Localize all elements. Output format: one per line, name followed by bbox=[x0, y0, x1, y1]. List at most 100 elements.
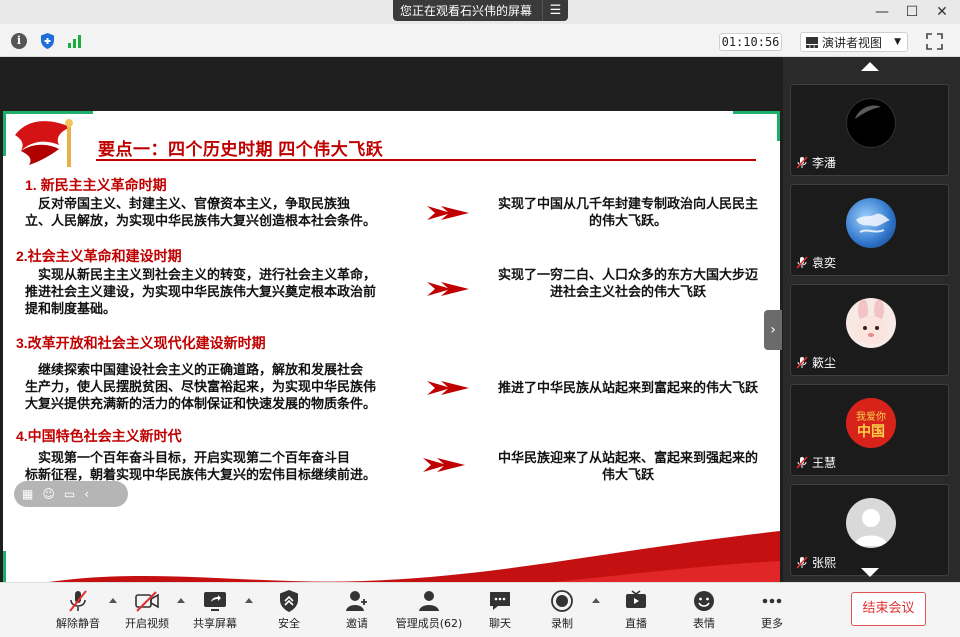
bunny-avatar bbox=[846, 298, 896, 348]
participant-name-row: 袁奕 bbox=[796, 254, 836, 271]
shared-screen-area: 要点一：四个历史时期 四个伟大飞跃 1. 新民主主义革命时期 反对帝国主义、封建… bbox=[0, 57, 783, 606]
section-2-body-line: 推进社会主义建设，为实现中华民族伟大复兴奠定根本政治前 bbox=[25, 284, 377, 299]
section-3-body-line: 大复兴提供充满新的活力的体制保证和快速发展的物质条件。 bbox=[25, 396, 377, 411]
shield-icon[interactable] bbox=[39, 32, 56, 50]
members-icon bbox=[419, 591, 439, 611]
red-flag-decoration bbox=[15, 119, 73, 167]
security-shield-icon bbox=[280, 590, 298, 612]
audio-options-caret[interactable] bbox=[109, 598, 117, 603]
section-4-heading: 4.中国特色社会主义新时代 bbox=[16, 428, 182, 444]
screen-share-banner[interactable]: 您正在观看石兴伟的屏幕 ☰ bbox=[393, 0, 568, 21]
chat-icon bbox=[490, 592, 510, 610]
section-1-result: 实现了中国从几千年封建专制政治向人民民主 的伟大飞跃。 bbox=[473, 195, 780, 229]
chevron-left-icon[interactable]: ‹ bbox=[84, 487, 89, 501]
more-label: 更多 bbox=[761, 617, 783, 630]
manage-members-button[interactable]: 管理成员(62) bbox=[393, 589, 465, 635]
participant-name-row: 簌尘 bbox=[796, 354, 836, 371]
chat-bubble-icon[interactable]: ▭ bbox=[64, 487, 75, 501]
end-meeting-button[interactable]: 结束会议 bbox=[851, 592, 926, 626]
network-signal-icon[interactable] bbox=[67, 34, 83, 48]
minimize-button[interactable]: — bbox=[871, 2, 893, 22]
participant-tile[interactable]: 李潘 bbox=[790, 84, 949, 176]
mic-muted-icon bbox=[796, 156, 808, 169]
participant-tile[interactable]: 我爱你 中国 王慧 bbox=[790, 384, 949, 476]
svg-text:我爱你: 我爱你 bbox=[856, 410, 886, 423]
bunny-avatar-icon bbox=[854, 299, 888, 344]
info-icon[interactable]: i bbox=[11, 33, 27, 49]
participant-name-row: 张熙 bbox=[796, 554, 836, 571]
video-options-caret[interactable] bbox=[177, 598, 185, 603]
meeting-timer: 01:10:56 bbox=[719, 33, 782, 51]
mic-muted-icon bbox=[69, 590, 87, 612]
participant-name: 王慧 bbox=[812, 456, 837, 470]
participant-tile[interactable]: 簌尘 bbox=[790, 284, 949, 376]
live-stream-button[interactable]: 直播 bbox=[606, 589, 666, 635]
chevron-right-icon[interactable]: › bbox=[764, 310, 782, 350]
floating-annotation-toolbar[interactable]: ▦ ☺ ▭ ‹ bbox=[14, 481, 128, 507]
section-4-body: 实现第一个百年奋斗目标，开启实现第二个百年奋斗目 标新征程，朝着实现中华民族伟大… bbox=[25, 449, 430, 483]
chevron-down-icon: ▼ bbox=[894, 37, 901, 47]
section-3-body-line: 继续探索中国建设社会主义的正确道路，解放和发展社会 bbox=[25, 362, 364, 377]
svg-text:中国: 中国 bbox=[857, 423, 885, 440]
section-4-result: 中华民族迎来了从站起来、富起来到强起来的 伟大飞跃 bbox=[473, 449, 780, 483]
participant-tile[interactable]: 张熙 bbox=[790, 484, 949, 576]
section-4-body-line: 实现第一个百年奋斗目标，开启实现第二个百年奋斗目 bbox=[25, 450, 351, 465]
start-video-button[interactable]: 开启视频 bbox=[117, 589, 177, 635]
slide-frame-top-left bbox=[3, 111, 93, 114]
presentation-slide: 要点一：四个历史时期 四个伟大飞跃 1. 新民主主义革命时期 反对帝国主义、封建… bbox=[3, 111, 780, 606]
earth-avatar bbox=[846, 198, 896, 248]
maximize-button[interactable]: ☐ bbox=[901, 2, 923, 22]
mic-muted-icon bbox=[796, 456, 808, 469]
section-3-body: 继续探索中国建设社会主义的正确道路，解放和发展社会 生产力，使人民摆脱贫困、尽快… bbox=[25, 361, 430, 412]
share-screen-button[interactable]: 共享屏幕 bbox=[185, 589, 245, 635]
participant-tile[interactable]: 袁奕 bbox=[790, 184, 949, 276]
section-2-result-line: 实现了一穷二白、人口众多的东方大国大步迈 bbox=[497, 267, 758, 282]
menu-icon[interactable]: ☰ bbox=[542, 0, 568, 21]
person-icon bbox=[854, 509, 888, 546]
record-icon bbox=[551, 590, 573, 612]
chat-button[interactable]: 聊天 bbox=[470, 589, 530, 635]
meeting-info-bar: i 01:10:56 演讲者视图 ▼ bbox=[0, 24, 960, 57]
fullscreen-icon[interactable] bbox=[926, 33, 943, 50]
participant-video-strip: 李潘 袁奕 簌尘 我爱你 中国 王慧 张熙 bbox=[783, 57, 960, 582]
scroll-down-icon[interactable] bbox=[861, 568, 879, 577]
record-options-caret[interactable] bbox=[592, 598, 600, 603]
view-mode-select[interactable]: 演讲者视图 ▼ bbox=[800, 32, 908, 52]
section-3-result: 推进了中华民族从站起来到富起来的伟大飞跃 bbox=[473, 379, 780, 396]
slide-frame-left-top bbox=[3, 111, 6, 156]
section-3-heading: 3.改革开放和社会主义现代化建设新时期 bbox=[16, 335, 266, 351]
arrow-right-icon bbox=[427, 206, 469, 220]
close-button[interactable]: ✕ bbox=[931, 2, 953, 22]
section-3-result-line: 推进了中华民族从站起来到富起来的伟大飞跃 bbox=[497, 380, 758, 395]
start-video-label: 开启视频 bbox=[125, 617, 169, 630]
record-button[interactable]: 录制 bbox=[532, 589, 592, 635]
unmute-button[interactable]: 解除静音 bbox=[48, 589, 108, 635]
section-2-body-line: 实现从新民主主义到社会主义的转变，进行社会主义革命， bbox=[25, 267, 377, 282]
meeting-control-bar: 解除静音 开启视频 共享屏幕 安全 邀请 管理成员(62) 聊天 录制 直播 表… bbox=[0, 582, 960, 637]
section-2-heading: 2.社会主义革命和建设时期 bbox=[16, 248, 182, 264]
mic-muted-icon bbox=[796, 256, 808, 269]
mic-muted-icon bbox=[796, 356, 808, 369]
security-button[interactable]: 安全 bbox=[259, 589, 319, 635]
invite-label: 邀请 bbox=[346, 617, 368, 630]
invite-button[interactable]: 邀请 bbox=[327, 589, 387, 635]
smile-icon[interactable]: ☺ bbox=[42, 487, 55, 501]
love-china-avatar: 我爱你 中国 bbox=[846, 398, 896, 448]
participant-name: 李潘 bbox=[812, 156, 837, 170]
section-1-body: 反对帝国主义、封建主义、官僚资本主义，争取民族独 立、人民解放，为实现中华民族伟… bbox=[25, 195, 425, 229]
title-underline bbox=[96, 159, 756, 161]
share-screen-icon bbox=[204, 592, 226, 611]
section-3-body-line: 生产力，使人民摆脱贫困、尽快富裕起来，为实现中华民族伟 bbox=[25, 379, 377, 394]
smile-icon bbox=[694, 591, 714, 611]
manage-members-label: 管理成员(62) bbox=[395, 617, 463, 630]
share-options-caret[interactable] bbox=[245, 598, 253, 603]
more-button[interactable]: 更多 bbox=[742, 589, 802, 635]
window-titlebar: 您正在观看石兴伟的屏幕 ☰ — ☐ ✕ bbox=[0, 0, 960, 24]
grid-icon[interactable]: ▦ bbox=[22, 487, 33, 501]
section-1-body-line: 立、人民解放，为实现中华民族伟大复兴创造根本社会条件。 bbox=[25, 213, 377, 228]
arrow-right-icon bbox=[427, 381, 469, 395]
reactions-button[interactable]: 表情 bbox=[674, 589, 734, 635]
scroll-up-icon[interactable] bbox=[861, 62, 879, 71]
mic-muted-icon bbox=[796, 556, 808, 569]
record-label: 录制 bbox=[551, 617, 573, 630]
